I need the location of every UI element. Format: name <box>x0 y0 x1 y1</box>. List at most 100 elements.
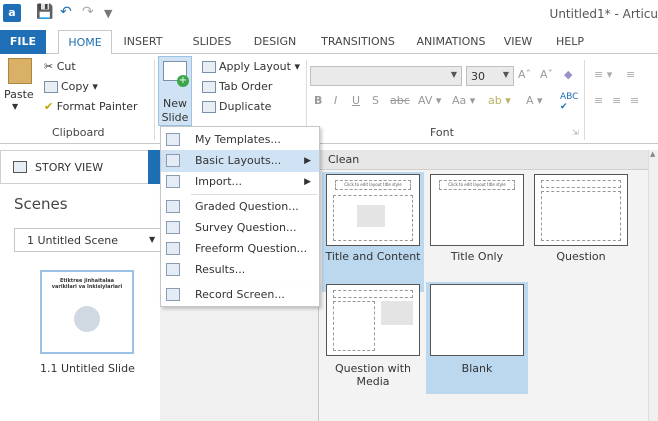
templates-icon <box>166 133 180 146</box>
font-family-dropdown-icon: ▼ <box>450 70 457 79</box>
undo-icon[interactable]: ↶ <box>60 4 72 20</box>
font-size-select[interactable]: 30 ▼ <box>466 66 514 86</box>
font-color-icon[interactable]: A ▾ <box>526 94 543 107</box>
menu-item-freeform-question[interactable]: Freeform Question... <box>161 238 319 260</box>
save-icon[interactable]: 💾 <box>36 4 53 20</box>
slide-thumbnail[interactable]: Etiktree jinhaitalaa varikilari va Inkis… <box>40 270 134 354</box>
tab-file[interactable]: FILE <box>0 30 46 54</box>
shadow-icon[interactable]: S <box>372 94 379 107</box>
highlight-color-icon[interactable]: ab ▾ <box>488 94 511 107</box>
new-slide-label-2: Slide <box>161 111 189 124</box>
cut-button[interactable]: ✂ Cut <box>44 60 76 73</box>
results-icon <box>166 263 180 276</box>
tab-animations[interactable]: ANIMATIONS <box>412 30 490 54</box>
layout-caption: Question with Media <box>334 362 412 388</box>
tab-slides[interactable]: SLIDES <box>190 30 234 54</box>
layout-media-placeholder <box>381 301 413 325</box>
layout-title-placeholder: Click to edit layout title style <box>335 180 411 190</box>
layout-question[interactable]: Question <box>530 172 632 292</box>
duplicate-button[interactable]: Duplicate <box>202 100 271 113</box>
paste-dropdown-icon[interactable]: ▼ <box>12 102 18 111</box>
window-title: Untitled1* - Articu <box>549 7 658 21</box>
layout-caption: Title and Content <box>325 250 421 263</box>
spellcheck-icon[interactable]: ABC ✔ <box>560 92 578 112</box>
title-bar: a 💾 ↶ ↷ ▼ Untitled1* - Articu <box>0 0 658 30</box>
layout-thumbnail <box>534 174 628 246</box>
gallery-scrollbar[interactable]: ▲ <box>648 150 658 421</box>
layout-title-only[interactable]: Click to edit layout title style Title O… <box>426 172 528 292</box>
align-left-icon[interactable]: ≡ <box>594 94 603 107</box>
survey-question-icon <box>166 221 180 234</box>
story-view-tab[interactable]: STORY VIEW <box>0 150 150 184</box>
layout-blank[interactable]: Blank <box>426 282 528 394</box>
scene-select[interactable]: 1 Untitled Scene ▼ <box>14 228 166 252</box>
font-size-value: 30 <box>471 70 485 83</box>
format-painter-label: Format Painter <box>56 100 138 113</box>
bold-icon[interactable]: B <box>314 94 322 107</box>
shrink-font-icon[interactable]: Aˇ <box>540 68 553 81</box>
scroll-up-icon[interactable]: ▲ <box>650 150 655 158</box>
paste-icon[interactable] <box>8 58 32 84</box>
font-group-label: Font <box>430 126 454 139</box>
customize-qat-icon[interactable]: ▼ <box>104 7 112 20</box>
menu-item-label: Basic Layouts... <box>195 154 282 167</box>
cut-icon: ✂ <box>44 60 54 73</box>
tab-transitions[interactable]: TRANSITIONS <box>316 30 400 54</box>
strikethrough-icon[interactable]: abc <box>390 94 410 107</box>
format-painter-button[interactable]: ✔ Format Painter <box>44 100 138 113</box>
layout-title-and-content[interactable]: Click to edit layout title style Title a… <box>322 172 424 292</box>
font-dialog-launcher-icon[interactable]: ⇲ <box>572 128 579 137</box>
tab-home[interactable]: HOME <box>58 30 112 55</box>
tab-view[interactable]: VIEW <box>500 30 536 54</box>
tab-order-label: Tab Order <box>219 80 273 93</box>
copy-icon <box>44 81 58 93</box>
layout-question-with-media[interactable]: Question with Media <box>322 282 424 412</box>
layout-thumbnail: Click to edit layout title style <box>430 174 524 246</box>
tab-order-button[interactable]: Tab Order <box>202 80 272 93</box>
menu-item-graded-question[interactable]: Graded Question... <box>161 196 319 218</box>
menu-item-record-screen[interactable]: Record Screen... <box>160 285 320 307</box>
graded-question-icon <box>166 200 180 213</box>
paste-button[interactable]: Paste <box>4 88 34 101</box>
bullets-icon[interactable]: ≡ ▾ <box>594 68 612 81</box>
tab-insert[interactable]: INSERT <box>118 30 168 54</box>
submenu-arrow-icon: ▶ <box>304 156 311 166</box>
menu-item-basic-layouts[interactable]: Basic Layouts... ▶ <box>161 150 319 172</box>
story-view-label: STORY VIEW <box>35 161 104 174</box>
copy-button[interactable]: Copy ▾ <box>44 80 98 93</box>
layout-question-title <box>541 180 621 188</box>
tab-design[interactable]: DESIGN <box>250 30 300 54</box>
gallery-header: Clean <box>318 150 648 170</box>
underline-icon[interactable]: U <box>352 94 360 107</box>
slide-thumbnail-title: Etiktree jinhaitalaa varikilari va Inkis… <box>51 278 123 290</box>
clear-formatting-icon[interactable]: ◆ <box>564 68 572 81</box>
tab-help[interactable]: HELP <box>552 30 588 54</box>
menu-item-my-templates[interactable]: My Templates... <box>161 129 319 151</box>
new-slide-button[interactable]: + New Slide <box>158 56 192 126</box>
layout-thumbnail: Click to edit layout title style <box>326 174 420 246</box>
gallery-header-label: Clean <box>328 153 360 166</box>
layout-caption: Title Only <box>450 250 504 263</box>
separator <box>584 60 585 140</box>
menu-item-results[interactable]: Results... <box>161 259 319 281</box>
apply-layout-button[interactable]: Apply Layout ▾ <box>202 60 300 73</box>
layout-thumbnail <box>430 284 524 356</box>
grow-font-icon[interactable]: Aˆ <box>518 68 531 81</box>
slide-view-tab[interactable] <box>148 150 160 184</box>
tab-order-icon <box>202 81 216 93</box>
layout-question-title <box>333 290 413 298</box>
redo-icon[interactable]: ↷ <box>82 4 94 20</box>
layout-question-body <box>541 191 621 241</box>
record-screen-icon <box>166 288 180 301</box>
align-center-icon[interactable]: ≡ <box>612 94 621 107</box>
change-case-icon[interactable]: Aa ▾ <box>452 94 475 107</box>
layout-content-icon <box>357 205 385 227</box>
italic-icon[interactable]: I <box>334 94 337 107</box>
numbering-icon[interactable]: ≡ <box>626 68 635 81</box>
character-spacing-icon[interactable]: AV ▾ <box>418 94 441 107</box>
slide-thumbnail-image <box>74 306 100 332</box>
font-family-select[interactable]: ▼ <box>310 66 462 86</box>
menu-item-import[interactable]: Import... ▶ <box>161 171 319 193</box>
menu-item-survey-question[interactable]: Survey Question... <box>161 217 319 239</box>
align-right-icon[interactable]: ≡ <box>630 94 639 107</box>
